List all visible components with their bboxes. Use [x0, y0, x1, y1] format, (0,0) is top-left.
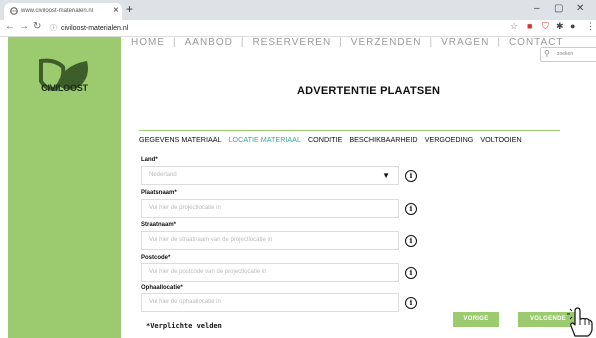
nav-verzenden[interactable]: VERZENDEN [351, 37, 422, 48]
star-icon[interactable]: ☆ [510, 21, 518, 32]
postcode-label: Postcode* [141, 255, 171, 261]
nav-separator: | [497, 37, 501, 48]
info-icon[interactable]: i [405, 170, 417, 182]
step-voltooien[interactable]: VOLTOOIEN [480, 135, 521, 144]
straatnaam-input[interactable]: Vul hier de straatnaam van de projectloc… [141, 231, 399, 250]
menu-icon[interactable]: ⋮ [586, 21, 595, 32]
nav-separator: | [240, 37, 245, 48]
url-field[interactable]: ⓘ civiloost-materialen.nl [50, 23, 128, 33]
ophaallocatie-placeholder: Vul hier de ophaallocatie in [149, 299, 221, 305]
close-window-icon[interactable]: ✕ [576, 3, 584, 14]
info-icon[interactable]: i [405, 203, 417, 215]
plaatsnaam-placeholder: Vul hier de projectlocatie in [149, 205, 221, 211]
browser-tab-bar: www.civiloost-materialen.nl × + – ▢ ✕ [0, 0, 596, 20]
sidebar: CIVILOOST [8, 37, 121, 338]
step-tabs: GEGEVENS MATERIAAL LOCATIE MATERIAAL CON… [139, 135, 527, 144]
search-input[interactable]: ⚲ zoeken [540, 47, 596, 62]
forward-icon[interactable]: → [19, 21, 29, 32]
nav-separator: | [173, 37, 177, 48]
step-conditie[interactable]: CONDITIE [308, 135, 342, 144]
step-beschikbaarheid[interactable]: BESCHIKBAARHEID [349, 135, 417, 144]
info-icon[interactable]: i [405, 297, 417, 309]
land-value: Nederland [149, 172, 177, 178]
info-icon[interactable]: i [405, 235, 417, 247]
nav-separator: | [339, 37, 343, 48]
maximize-icon[interactable]: ▢ [554, 3, 563, 14]
top-nav: HOME | AANBOD | RESERVEREN | VERZENDEN | VRAGEN |… [131, 37, 564, 53]
step-gegevens-materiaal[interactable]: GEGEVENS MATERIAAL [139, 135, 222, 144]
land-label: Land* [141, 157, 158, 163]
steps-divider [139, 130, 560, 131]
tab-title: www.civiloost-materialen.nl [21, 8, 94, 14]
extension-icon[interactable]: ■ [527, 21, 532, 31]
nav-reserveren[interactable]: RESERVEREN [252, 37, 331, 48]
straatnaam-placeholder: Vul hier de straatnaam van de projectloc… [149, 237, 273, 243]
shield-icon[interactable]: ⛉ [542, 21, 549, 32]
address-bar: ← → ↻ ⓘ civiloost-materialen.nl ☆ ■ ⛉ ✱ ●… [0, 20, 596, 37]
required-note: *Verplichte velden [146, 322, 222, 330]
brand-name: CIVILOOST [41, 83, 88, 93]
nav-home[interactable]: HOME [131, 37, 165, 48]
new-tab-icon[interactable]: + [126, 2, 133, 16]
ophaallocatie-label: Ophaallocatie* [141, 285, 183, 291]
step-vergoeding[interactable]: VERGOEDING [425, 135, 474, 144]
straatnaam-label: Straatnaam* [141, 222, 177, 228]
postcode-input[interactable]: Vul hier de postcode van de projectlocat… [141, 263, 399, 282]
postcode-placeholder: Vul hier de postcode van de projectlocat… [149, 269, 267, 275]
profile-icon[interactable]: ● [570, 21, 575, 31]
nav-vragen[interactable]: VRAGEN [441, 37, 489, 48]
url-text: civiloost-materialen.nl [61, 25, 129, 32]
ophaallocatie-input[interactable]: Vul hier de ophaallocatie in [141, 293, 399, 312]
nav-aanbod[interactable]: AANBOD [185, 37, 233, 48]
hand-cursor-icon [567, 307, 593, 337]
favicon-icon [10, 7, 18, 15]
puzzle-icon[interactable]: ✱ [556, 21, 564, 32]
search-icon: ⚲ [544, 49, 550, 58]
nav-separator: | [429, 37, 434, 48]
prev-button[interactable]: VORIGE [453, 312, 499, 327]
land-select[interactable]: Nederland ▼ [141, 166, 399, 185]
back-icon[interactable]: ← [5, 21, 15, 32]
minimize-icon[interactable]: – [534, 3, 540, 14]
browser-tab[interactable]: www.civiloost-materialen.nl × [4, 3, 122, 20]
info-icon[interactable]: i [405, 267, 417, 279]
plaatsnaam-input[interactable]: Vul hier de projectlocatie in [141, 199, 399, 218]
dropdown-arrow-icon: ▼ [382, 171, 390, 180]
page-title: ADVERTENTIE PLAATSEN [297, 85, 441, 97]
plaatsnaam-label: Plaatsnaam* [141, 190, 177, 196]
info-icon: ⓘ [50, 25, 57, 32]
close-tab-icon[interactable]: × [113, 5, 119, 16]
reload-icon[interactable]: ↻ [33, 21, 41, 32]
step-locatie-materiaal[interactable]: LOCATIE MATERIAAL [229, 135, 301, 144]
search-value: zoeken [557, 51, 574, 57]
